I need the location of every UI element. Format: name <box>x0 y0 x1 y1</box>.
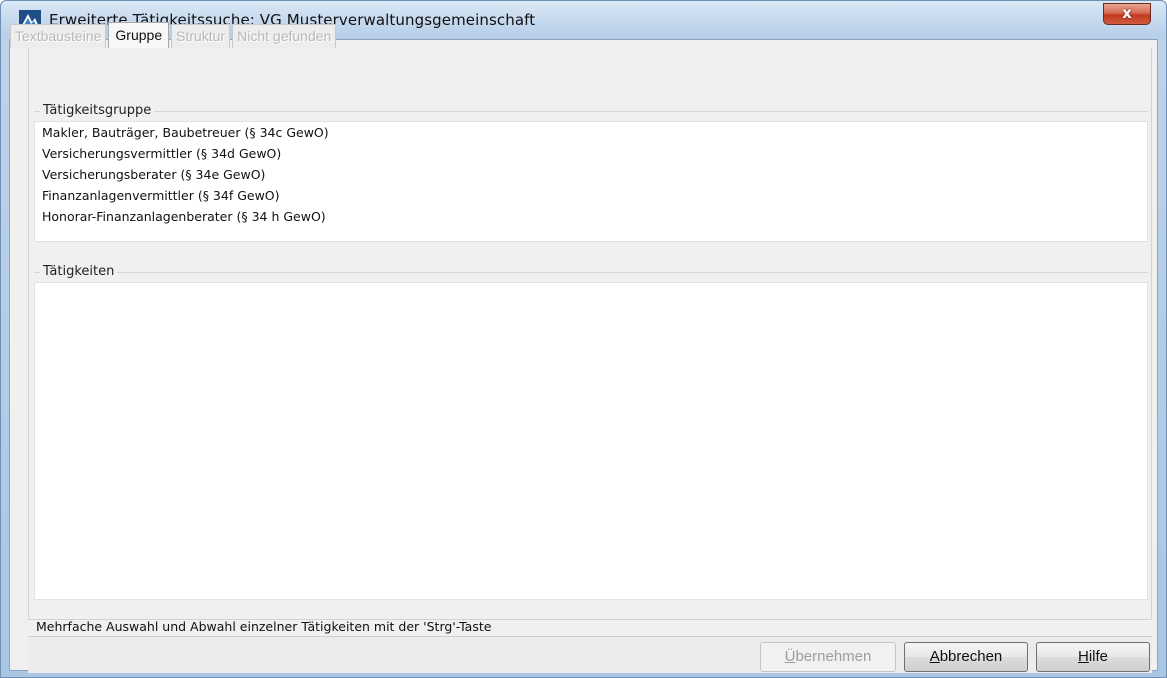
tab-nicht-gefunden[interactable]: Nicht gefunden <box>232 24 337 48</box>
tab-bar: Textbausteine Gruppe Struktur Nicht gefu… <box>10 22 338 48</box>
tab-textbausteine[interactable]: Textbausteine <box>10 24 107 48</box>
activities-section-label: Tätigkeiten <box>40 264 118 279</box>
cancel-mnemonic: A <box>929 648 940 665</box>
list-item[interactable]: Versicherungsvermittler (§ 34d GewO) <box>35 143 1147 164</box>
button-bar: Übernehmen Abbrechen Hilfe <box>28 636 1152 673</box>
group-divider <box>34 111 1148 112</box>
help-mnemonic: H <box>1077 648 1089 665</box>
list-item[interactable]: Makler, Bauträger, Baubetreuer (§ 34c Ge… <box>35 122 1147 143</box>
apply-mnemonic: Ü <box>784 648 796 665</box>
group-section-label: Tätigkeitsgruppe <box>40 103 155 118</box>
help-label: ilfe <box>1088 648 1109 665</box>
list-item[interactable]: Finanzanlagenvermittler (§ 34f GewO) <box>35 185 1147 206</box>
cancel-label: bbrechen <box>939 648 1003 665</box>
help-button[interactable]: Hilfe <box>1036 642 1150 672</box>
list-item[interactable]: Versicherungsberater (§ 34e GewO) <box>35 164 1147 185</box>
selection-hint: Mehrfache Auswahl und Abwahl einzelner T… <box>36 619 492 634</box>
tab-struktur[interactable]: Struktur <box>171 24 231 48</box>
activities-divider <box>34 272 1148 273</box>
activities-list[interactable] <box>34 282 1148 600</box>
group-list[interactable]: Makler, Bauträger, Baubetreuer (§ 34c Ge… <box>34 121 1148 242</box>
apply-button[interactable]: Übernehmen <box>760 642 896 672</box>
tab-gruppe[interactable]: Gruppe <box>108 22 170 48</box>
cancel-button[interactable]: Abbrechen <box>904 642 1028 672</box>
close-button[interactable]: x <box>1103 3 1151 25</box>
list-item[interactable]: Honorar-Finanzanlagenberater (§ 34 h Gew… <box>35 206 1147 227</box>
apply-label: bernehmen <box>795 648 872 665</box>
